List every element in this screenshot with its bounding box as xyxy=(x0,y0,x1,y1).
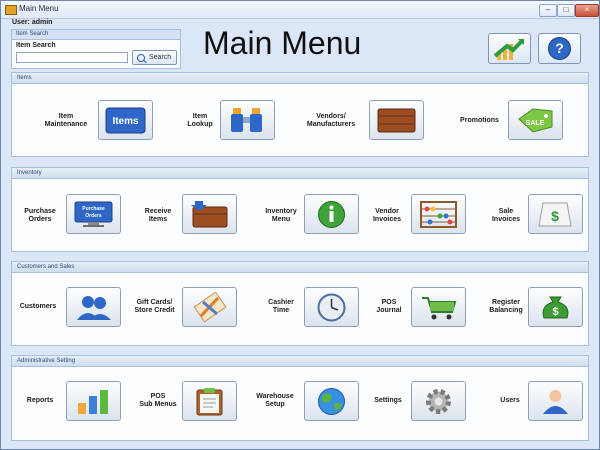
clock-icon xyxy=(317,293,346,322)
purchase-orders-icon: Purchase Orders xyxy=(74,201,113,227)
inventory-menu-button[interactable] xyxy=(304,194,359,234)
purchase-orders-button[interactable]: Purchase Orders xyxy=(66,194,121,234)
receive-crate-icon xyxy=(191,201,228,228)
settings-label: Settings xyxy=(374,397,402,404)
item-maintenance-label: Item Maintenance xyxy=(44,113,88,128)
binoculars-icon xyxy=(231,108,262,132)
help-button[interactable]: ? xyxy=(538,33,581,64)
svg-text:?: ? xyxy=(555,40,564,56)
gift-cards-label: Gift Cards/Store Credit xyxy=(134,299,175,314)
cashier-time-button[interactable] xyxy=(304,287,359,327)
inventory-menu-label: Inventory Menu xyxy=(265,208,297,223)
item-search-group: Item Search Item Search Search xyxy=(11,29,181,69)
item-maintenance-button[interactable]: Items xyxy=(98,100,153,140)
sale-tag-icon: SALE xyxy=(518,108,553,133)
warehouse-setup-button[interactable] xyxy=(304,381,359,421)
user-icon xyxy=(543,390,568,414)
svg-text:$: $ xyxy=(552,306,558,318)
search-label: Item Search xyxy=(16,42,56,49)
dollar-paper-icon: $ xyxy=(538,202,572,227)
purchase-orders-label: Purchase Orders xyxy=(24,208,56,223)
cashier-time-label: Cashier Time xyxy=(268,299,294,314)
settings-button[interactable] xyxy=(411,381,466,421)
clipboard-icon xyxy=(196,388,223,416)
page-title: Main Menu xyxy=(203,25,362,61)
gift-cards-button[interactable] xyxy=(182,287,237,327)
pos-journal-label: POS Journal xyxy=(376,299,402,314)
section-title: Items xyxy=(12,73,588,84)
reports-button[interactable] xyxy=(66,381,121,421)
customers-button[interactable] xyxy=(66,287,121,327)
reports-label: Reports xyxy=(26,397,54,404)
user-label: User: admin xyxy=(12,19,53,26)
cart-icon xyxy=(422,297,457,320)
main-menu-window: Main Menu – □ × User: admin Item Search … xyxy=(0,0,600,450)
promotions-button[interactable]: SALE xyxy=(508,100,563,140)
promotions-label: Promotions xyxy=(460,117,499,124)
vendor-invoices-label: Vendor Invoices xyxy=(372,208,401,223)
receive-items-button[interactable] xyxy=(182,194,237,234)
gear-icon xyxy=(426,389,451,414)
crate-icon xyxy=(377,108,416,133)
register-balancing-button[interactable]: $ xyxy=(528,287,583,327)
users-button[interactable] xyxy=(528,381,583,421)
info-icon xyxy=(318,201,345,228)
money-bag-icon: $ xyxy=(542,296,569,319)
bar-chart-icon xyxy=(78,390,108,414)
vendor-invoices-button[interactable] xyxy=(411,194,466,234)
chart-up-button[interactable] xyxy=(488,33,531,64)
customers-icon xyxy=(77,296,111,320)
svg-text:Items: Items xyxy=(112,116,139,127)
help-icon: ? xyxy=(548,37,571,60)
section-customers-sales: Customers and Sales Customers Gift Cards… xyxy=(11,261,589,346)
window-title: Main Menu xyxy=(19,4,59,13)
search-button-label: Search xyxy=(149,54,172,61)
search-group-title: Item Search xyxy=(12,30,180,40)
svg-text:$: $ xyxy=(551,208,559,224)
section-administrative-setting: Administrative Setting Reports POS Sub Me… xyxy=(11,355,589,441)
section-items: Items Item Maintenance Items Item Lookup V… xyxy=(11,72,589,157)
chart-up-icon xyxy=(493,39,524,60)
svg-text:SALE: SALE xyxy=(526,120,545,127)
globe-icon xyxy=(318,388,345,415)
section-title: Customers and Sales xyxy=(12,262,588,273)
warehouse-setup-label: Warehouse Setup xyxy=(256,393,294,408)
gift-card-icon xyxy=(193,292,227,323)
section-title: Inventory xyxy=(12,168,588,179)
pos-sub-menus-label: POS Sub Menus xyxy=(139,393,177,408)
app-icon xyxy=(5,5,17,15)
vendors-manufacturers-label: Vendors/Manufacturers xyxy=(306,113,356,128)
item-lookup-button[interactable] xyxy=(220,100,275,140)
receive-items-label: Receive Items xyxy=(144,208,172,223)
users-label: Users xyxy=(500,397,520,404)
items-icon: Items xyxy=(105,107,146,134)
customers-label: Customers xyxy=(19,303,57,310)
abacus-icon xyxy=(420,201,457,228)
sale-invoices-label: Sale Invoices xyxy=(491,208,520,223)
vendors-manufacturers-button[interactable] xyxy=(369,100,424,140)
svg-text:Orders: Orders xyxy=(85,213,102,219)
section-title: Administrative Setting xyxy=(12,356,588,367)
svg-text:Purchase: Purchase xyxy=(82,206,105,212)
pos-sub-menus-button[interactable] xyxy=(182,381,237,421)
close-button[interactable]: × xyxy=(575,4,599,17)
minimize-button[interactable]: – xyxy=(539,4,557,17)
pos-journal-button[interactable] xyxy=(411,287,466,327)
search-button[interactable]: Search xyxy=(132,50,177,65)
search-input[interactable] xyxy=(16,52,128,63)
search-icon xyxy=(137,54,145,62)
register-balancing-label: Register Balancing xyxy=(489,299,523,314)
maximize-button[interactable]: □ xyxy=(557,4,575,17)
item-lookup-label: Item Lookup xyxy=(187,113,213,128)
title-bar: Main Menu – □ × xyxy=(1,1,599,19)
sale-invoices-button[interactable]: $ xyxy=(528,194,583,234)
section-inventory: Inventory Purchase Orders Purchase Orders… xyxy=(11,167,589,252)
